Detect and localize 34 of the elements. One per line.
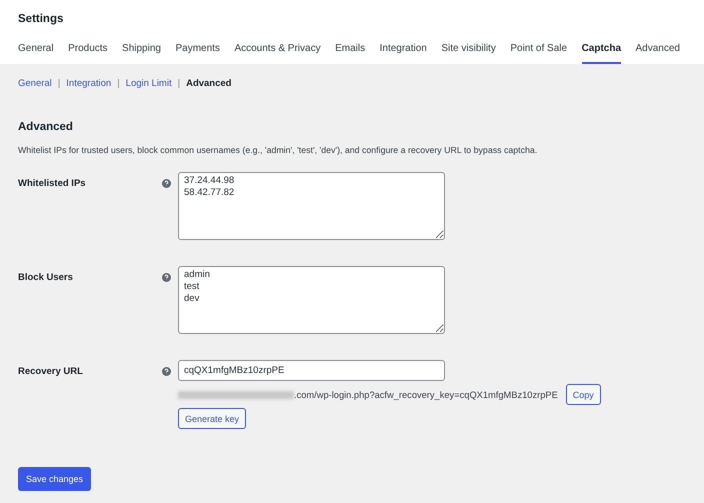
tab[interactable]: Accounts & Privacy [234,42,321,64]
field-label: Recovery URL [18,365,84,378]
help-icon[interactable] [162,179,171,188]
recovery-url: .com/wp-login.php?acfw_recovery_key=cqQX1mfgMBz10zrpPE [294,390,558,400]
page-title: Settings [18,12,64,26]
copy-button[interactable]: Copy [566,384,601,405]
textarea-field[interactable]: 37.24.44.98 58.42.77.82 [178,172,445,240]
tab[interactable]: Emails [335,42,366,64]
tab[interactable]: General [18,42,54,64]
separator: | [178,78,180,90]
tab[interactable]: Payments [175,42,220,64]
help-icon[interactable] [162,273,171,282]
subnav-link[interactable]: Login Limit [126,78,172,90]
tab[interactable]: Point of Sale [510,42,568,64]
separator: | [117,78,120,90]
input-field[interactable]: cqQX1mfgMBz10zrpPE [178,360,445,381]
tab[interactable]: Shipping [122,42,161,64]
field-label: Whitelisted IPs [18,177,87,190]
tab[interactable]: Captcha [582,42,622,64]
separator: | [58,78,60,90]
subnav-link[interactable]: Integration [66,78,112,90]
tab[interactable]: Advanced [636,42,680,64]
section-description: Whitelist IPs for trusted users, block common usernames (e.g., 'admin', 'test', 'dev'), and configure a recovery URL to bypass captcha. [18,144,538,156]
tab[interactable]: Site visibility [441,42,496,64]
subnav-link[interactable]: Advanced [186,78,232,90]
help-icon[interactable] [162,367,171,376]
subnav-link[interactable]: General [18,78,52,90]
tab[interactable]: Products [68,42,108,64]
generate-key-button[interactable]: Generate key [178,408,246,429]
textarea-field[interactable]: admin test dev [178,266,445,334]
save-button[interactable]: Save changes [18,467,92,491]
section-heading: Advanced [18,120,74,134]
field-label: Block Users [18,271,74,284]
tab[interactable]: Integration [380,42,427,64]
